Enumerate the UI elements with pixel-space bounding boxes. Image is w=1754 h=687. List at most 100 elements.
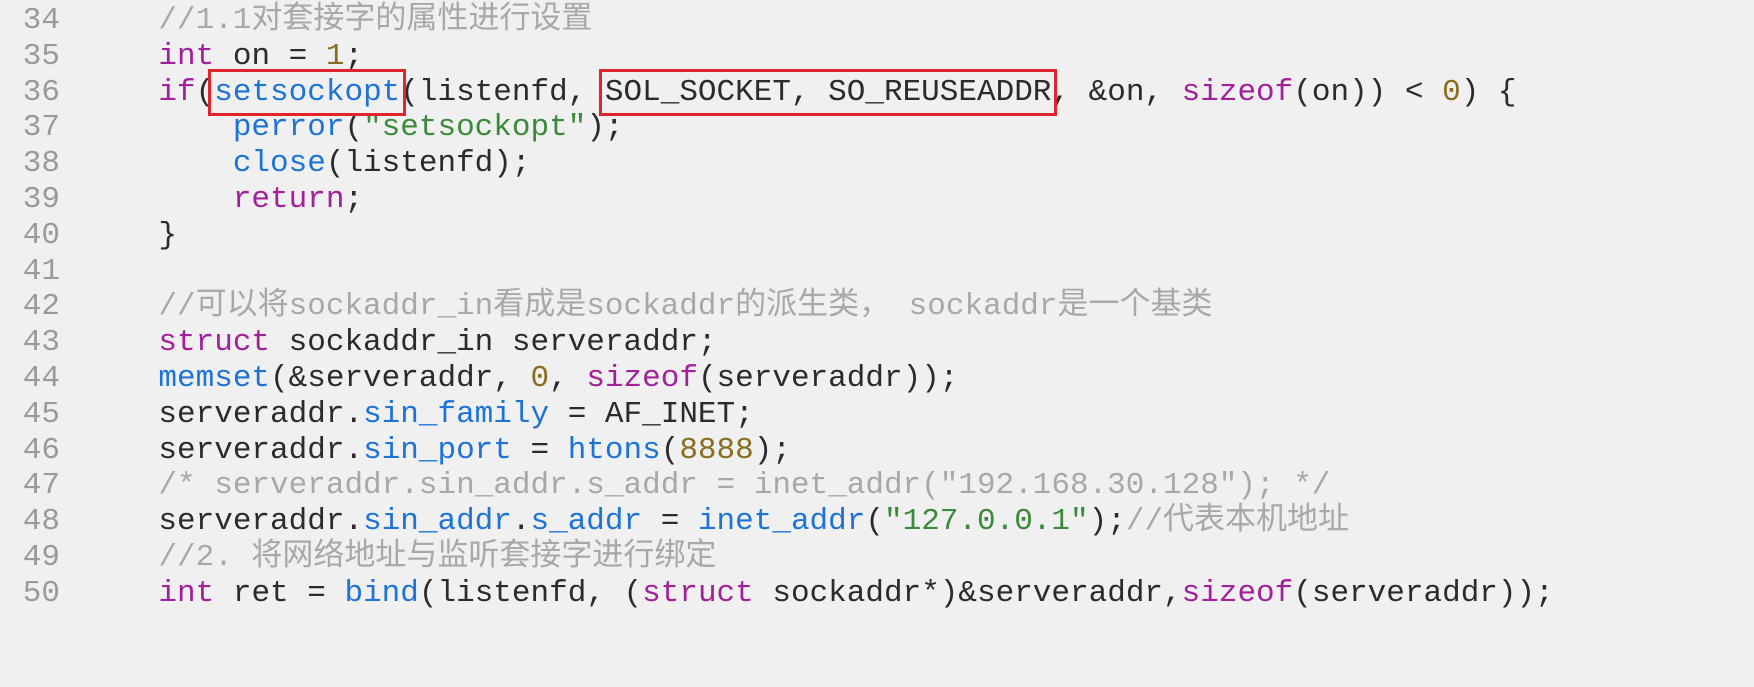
line-number: 34: [22, 3, 60, 38]
code-token-plain: );: [1088, 504, 1126, 540]
code-token-plain: (: [344, 110, 364, 146]
line-number: 48: [22, 504, 60, 540]
code-text: perror("setsockopt");: [84, 108, 624, 148]
line-number: 35: [22, 38, 60, 74]
code-line[interactable]: 39 return;: [0, 180, 1754, 220]
code-token-mem: sin_addr: [363, 504, 512, 540]
code-token-plain: (serveraddr));: [697, 361, 959, 396]
code-token-cmt: //1.1对套接字的属性进行设置: [158, 3, 593, 38]
code-token-plain: on =: [214, 38, 326, 74]
code-text: serveraddr.sin_port = htons(8888);: [84, 431, 791, 471]
code-line[interactable]: 36 if(setsockopt(listenfd, SOL_SOCKET, S…: [0, 73, 1754, 113]
code-text: /* serveraddr.sin_addr.s_addr = inet_add…: [84, 466, 1330, 506]
code-token-plain: SOL_SOCKET, SO_REUSEADDR: [604, 74, 1052, 110]
code-token-plain: , &on,: [1051, 74, 1182, 110]
code-token-plain: (listenfd, (: [418, 575, 643, 611]
line-number: 44: [22, 361, 60, 396]
code-token-plain: );: [753, 432, 791, 468]
code-line[interactable]: 41: [0, 252, 1754, 292]
code-token-cmt: //可以将sockaddr_in看成是sockaddr的派生类， sockadd…: [158, 289, 1213, 325]
code-line[interactable]: 42 //可以将sockaddr_in看成是sockaddr的派生类， sock…: [0, 287, 1754, 327]
code-token-num: 1: [325, 38, 345, 74]
code-text: int on = 1;: [84, 37, 363, 77]
line-number: 39: [22, 182, 60, 217]
code-token-cmt: //2. 将网络地址与监听套接字进行绑定: [158, 540, 717, 575]
line-number: 47: [22, 468, 60, 504]
code-token-plain: serveraddr.: [158, 504, 364, 540]
line-number: 45: [22, 396, 60, 432]
line-number: 38: [22, 146, 60, 182]
code-token-str: "setsockopt": [363, 110, 587, 146]
code-line[interactable]: 37 perror("setsockopt");: [0, 108, 1754, 148]
code-line[interactable]: 38 close(listenfd);: [0, 144, 1754, 184]
code-line[interactable]: 40 }: [0, 216, 1754, 256]
code-token-plain: (&serveraddr,: [270, 361, 531, 396]
code-editor[interactable]: 34 //1.1对套接字的属性进行设置 35 int on = 1; 36 if(s…: [0, 0, 1754, 687]
code-token-plain: ;: [344, 182, 364, 217]
code-token-kw: sizeof: [1181, 74, 1294, 110]
code-token-plain: (: [865, 504, 884, 540]
code-line[interactable]: 46 serveraddr.sin_port = htons(8888);: [0, 431, 1754, 471]
line-number: 43: [22, 325, 60, 361]
code-line[interactable]: 43 struct sockaddr_in serveraddr;: [0, 323, 1754, 363]
code-text: close(listenfd);: [84, 144, 531, 184]
code-line[interactable]: 44 memset(&serveraddr, 0, sizeof(servera…: [0, 359, 1754, 399]
code-text: }: [84, 216, 177, 256]
code-token-mem: sin_family: [363, 396, 550, 432]
code-token-plain: (serveraddr));: [1293, 575, 1554, 611]
code-text: if(setsockopt(listenfd, SOL_SOCKET, SO_R…: [84, 73, 1516, 113]
code-token-kw: struct: [158, 325, 271, 361]
code-token-kw: int: [158, 575, 215, 611]
code-text: int ret = bind(listenfd, (struct sockadd…: [84, 574, 1554, 614]
line-number: 46: [22, 432, 60, 468]
code-token-kw: int: [158, 38, 215, 74]
code-token-mem: s_addr: [530, 504, 643, 540]
code-text: memset(&serveraddr, 0, sizeof(serveraddr…: [84, 359, 958, 399]
code-token-num: 8888: [679, 432, 754, 468]
code-line[interactable]: 50 int ret = bind(listenfd, (struct sock…: [0, 574, 1754, 614]
code-token-plain: ;: [344, 38, 364, 74]
code-token-plain: sockaddr*)&serveraddr,: [753, 575, 1182, 611]
code-token-plain: =: [642, 504, 698, 540]
code-token-fn: memset: [158, 361, 271, 396]
code-text: //1.1对套接字的属性进行设置: [84, 1, 592, 41]
code-token-plain: (listenfd);: [325, 146, 531, 182]
line-number: 41: [22, 253, 60, 289]
line-number: 50: [22, 575, 60, 611]
code-token-fn: close: [232, 146, 326, 182]
code-text: serveraddr.sin_addr.s_addr = inet_addr("…: [84, 502, 1349, 542]
code-token-plain: .: [511, 504, 531, 540]
code-line[interactable]: 45 serveraddr.sin_family = AF_INET;: [0, 395, 1754, 435]
code-token-plain: serveraddr.: [158, 432, 364, 468]
code-token-num: 0: [1442, 74, 1461, 110]
code-token-plain: =: [511, 432, 568, 468]
code-line[interactable]: 47 /* serveraddr.sin_addr.s_addr = inet_…: [0, 466, 1754, 506]
code-token-plain: ret =: [214, 575, 345, 611]
code-token-plain: sockaddr_in serveraddr;: [270, 325, 717, 361]
line-number: 40: [22, 217, 60, 253]
code-line[interactable]: 35 int on = 1;: [0, 37, 1754, 77]
code-token-kw: sizeof: [586, 361, 698, 396]
code-line[interactable]: 48 serveraddr.sin_addr.s_addr = inet_add…: [0, 502, 1754, 542]
code-text: //2. 将网络地址与监听套接字进行绑定: [84, 538, 716, 578]
code-line[interactable]: 34 //1.1对套接字的属性进行设置: [0, 1, 1754, 41]
code-token-num: 0: [530, 361, 550, 396]
code-token-plain: );: [586, 110, 624, 146]
code-token-plain: (: [195, 74, 215, 110]
code-line[interactable]: 49 //2. 将网络地址与监听套接字进行绑定: [0, 538, 1754, 578]
code-token-kw: struct: [642, 575, 754, 611]
code-text: //可以将sockaddr_in看成是sockaddr的派生类， sockadd…: [84, 287, 1213, 327]
